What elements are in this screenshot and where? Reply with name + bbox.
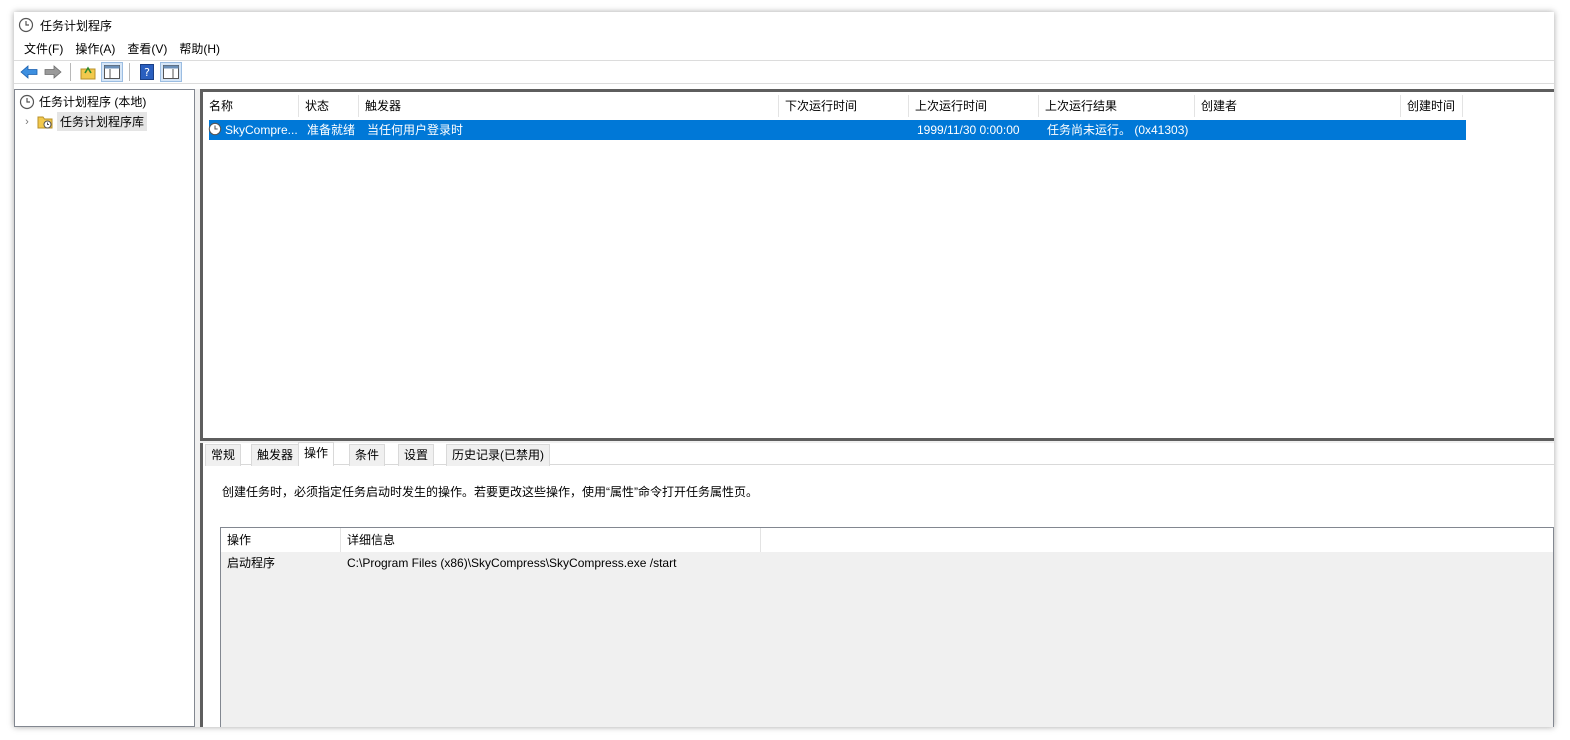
task-list-header: 名称 状态 触发器 下次运行时间 上次运行时间 上次运行结果 创建者 创建时间 [203, 95, 1554, 117]
menu-action[interactable]: 操作(A) [71, 40, 123, 57]
column-header-created[interactable]: 创建时间 [1401, 95, 1463, 117]
back-icon [20, 65, 38, 79]
column-header-last-result[interactable]: 上次运行结果 [1039, 95, 1195, 117]
console-tree-icon [104, 65, 120, 79]
column-header-details[interactable]: 详细信息 [341, 528, 761, 552]
task-author [1201, 120, 1407, 140]
help-button[interactable]: ? [136, 62, 158, 82]
tab-conditions[interactable]: 条件 [349, 444, 386, 466]
back-button[interactable] [18, 62, 40, 82]
toolbar-separator [70, 63, 71, 81]
column-header-status[interactable]: 状态 [299, 95, 359, 117]
tab-general[interactable]: 常规 [205, 444, 242, 466]
column-header-last-run[interactable]: 上次运行时间 [909, 95, 1039, 117]
column-header-author[interactable]: 创建者 [1195, 95, 1401, 117]
actions-table: 操作 详细信息 启动程序 C:\Program Files (x86)\SkyC… [220, 527, 1554, 727]
task-status: 准备就绪 [307, 123, 356, 137]
menu-view[interactable]: 查看(V) [123, 40, 175, 57]
task-scheduler-window: 任务计划程序 文件(F) 操作(A) 查看(V) 帮助(H) ? 任务计划程序 … [14, 12, 1554, 727]
column-header-next-run[interactable]: 下次运行时间 [779, 95, 909, 117]
table-row[interactable]: 启动程序 C:\Program Files (x86)\SkyCompress\… [221, 552, 1553, 574]
clock-icon [208, 122, 222, 136]
actions-description: 创建任务时，必须指定任务启动时发生的操作。若要更改这些操作，使用“属性”命令打开… [222, 485, 758, 499]
show-hide-console-tree-button[interactable] [101, 62, 123, 82]
tab-settings[interactable]: 设置 [398, 444, 435, 466]
task-name: SkyCompre... [225, 123, 298, 137]
actions-table-header: 操作 详细信息 [221, 528, 1553, 552]
help-icon: ? [140, 64, 154, 80]
tree-item-label: 任务计划程序 (本地) [39, 95, 147, 109]
clock-icon [19, 94, 35, 109]
column-header-trigger[interactable]: 触发器 [359, 95, 779, 117]
svg-text:?: ? [144, 66, 150, 79]
menu-bar: 文件(F) 操作(A) 查看(V) 帮助(H) [14, 38, 1554, 58]
task-trigger: 当任何用户登录时 [367, 123, 464, 137]
menu-file[interactable]: 文件(F) [20, 40, 71, 57]
tree-item-local[interactable]: 任务计划程序 (本地) [19, 92, 146, 111]
task-next-run [785, 120, 915, 140]
title-bar: 任务计划程序 [14, 12, 1554, 38]
folder-clock-icon [37, 116, 53, 128]
column-header-name[interactable]: 名称 [203, 95, 299, 117]
show-hide-action-pane-button[interactable] [160, 62, 182, 82]
action-type: 启动程序 [227, 556, 276, 570]
forward-button[interactable] [42, 62, 64, 82]
forward-icon [44, 65, 62, 79]
clock-icon [18, 17, 34, 33]
tree-item-library[interactable]: › 任务计划程序库 [21, 112, 148, 131]
action-details: C:\Program Files (x86)\SkyCompress\SkyCo… [347, 556, 677, 570]
column-header-action[interactable]: 操作 [221, 528, 341, 552]
up-folder-button[interactable] [77, 62, 99, 82]
console-tree: 任务计划程序 (本地) › 任务计划程序库 [14, 89, 195, 727]
task-row[interactable]: SkyCompre... 准备就绪 当任何用户登录时 1999/11/30 0:… [208, 120, 1467, 140]
tab-actions[interactable]: 操作 [298, 442, 335, 466]
task-last-result: 任务尚未运行。 (0x41303) [1047, 123, 1189, 137]
tree-item-label: 任务计划程序库 [57, 112, 148, 131]
tab-history[interactable]: 历史记录(已禁用) [446, 444, 550, 466]
action-pane-icon [163, 65, 179, 79]
chevron-right-icon[interactable]: › [21, 116, 33, 128]
task-created [1407, 120, 1467, 140]
tab-triggers[interactable]: 触发器 [251, 444, 300, 466]
up-folder-icon [80, 66, 96, 80]
toolbar: ? [14, 60, 1554, 84]
toolbar-separator [129, 63, 130, 81]
menu-help[interactable]: 帮助(H) [175, 40, 228, 57]
window-title: 任务计划程序 [40, 18, 113, 33]
task-list-panel: 名称 状态 触发器 下次运行时间 上次运行时间 上次运行结果 创建者 创建时间 … [200, 89, 1554, 441]
detail-tabs: 常规 触发器 操作 条件 设置 历史记录(已禁用) [205, 442, 1554, 466]
task-detail-panel: 常规 触发器 操作 条件 设置 历史记录(已禁用) 创建任务时，必须指定任务启动… [200, 442, 1554, 727]
task-last-run: 1999/11/30 0:00:00 [917, 123, 1020, 137]
